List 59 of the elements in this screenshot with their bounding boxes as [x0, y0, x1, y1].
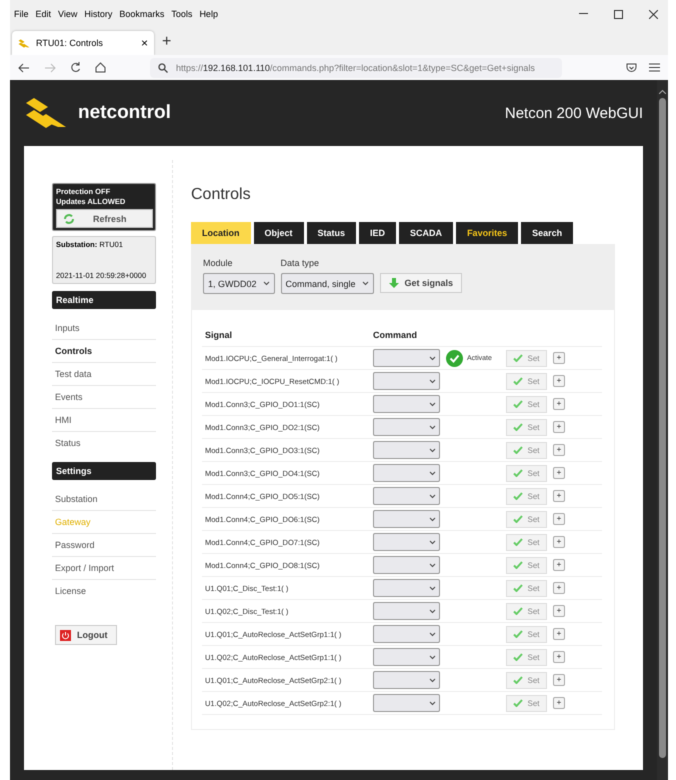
add-button[interactable]: +	[553, 697, 565, 709]
get-signals-button[interactable]: Get signals	[380, 273, 462, 293]
column-header: Command	[373, 330, 418, 340]
add-button[interactable]: +	[553, 467, 565, 479]
add-button[interactable]: +	[553, 674, 565, 686]
menu-item[interactable]: File	[14, 9, 29, 19]
sidebar-item[interactable]: Events	[52, 386, 156, 409]
sidebar-item[interactable]: Substation	[52, 488, 156, 511]
section-header: Realtime	[52, 291, 156, 309]
column-header: Signal	[205, 330, 234, 340]
menu-item[interactable]: Edit	[36, 9, 52, 19]
sidebar-item[interactable]: Status	[52, 432, 156, 455]
field-label: Data type	[280, 258, 320, 268]
tab[interactable]: Status	[306, 222, 356, 244]
brand-name: netcontrol	[78, 102, 171, 124]
data-type-select[interactable]: Command, single	[280, 273, 374, 294]
add-button[interactable]: +	[553, 651, 565, 663]
add-button[interactable]: +	[553, 444, 565, 456]
tab-close-button[interactable]: ×	[140, 36, 148, 50]
tab[interactable]: Search	[521, 222, 574, 244]
tab[interactable]: IED	[359, 222, 396, 244]
sidebar-item[interactable]: License	[52, 580, 156, 603]
tab[interactable]: Location	[191, 222, 250, 244]
menu-item[interactable]: Help	[199, 9, 218, 19]
sidebar-item[interactable]: HMI	[52, 409, 156, 432]
tab-title: RTU01: Controls	[36, 38, 103, 48]
sidebar-item[interactable]: Password	[52, 534, 156, 557]
tab[interactable]: Object	[254, 222, 304, 244]
add-button[interactable]: +	[553, 605, 565, 617]
tab[interactable]: Favorites	[456, 222, 518, 244]
add-button[interactable]: +	[553, 421, 565, 433]
menu-item[interactable]: Bookmarks	[119, 9, 164, 19]
add-button[interactable]: +	[553, 582, 565, 594]
sidebar-item[interactable]: Export / Import	[52, 557, 156, 580]
menu-item[interactable]: View	[58, 9, 78, 19]
menu-item[interactable]: Tools	[171, 9, 192, 19]
sidebar-item[interactable]: Controls	[52, 340, 156, 363]
add-button[interactable]: +	[553, 352, 565, 364]
module-select[interactable]: 1, GWDD02	[203, 273, 275, 294]
browser-tab[interactable]: RTU01: Controls ×	[12, 31, 154, 55]
sidebar-item[interactable]: Test data	[52, 363, 156, 386]
refresh-button[interactable]: Refresh	[56, 209, 153, 228]
add-button[interactable]: +	[553, 559, 565, 571]
page-title: Controls	[191, 186, 252, 204]
product-name: Netcon 200 WebGUI	[504, 104, 643, 122]
address-field[interactable]: https://192.168.101.110/commands.php?filter=location&slot=1&type=SC&get=Get+signals	[150, 58, 562, 78]
add-button[interactable]: +	[553, 398, 565, 410]
add-button[interactable]: +	[553, 536, 565, 548]
menu-item[interactable]: History	[84, 9, 112, 19]
add-button[interactable]: +	[553, 513, 565, 525]
section-header: Settings	[52, 462, 156, 480]
add-button[interactable]: +	[553, 490, 565, 502]
add-button[interactable]: +	[553, 628, 565, 640]
new-tab-button[interactable]: +	[162, 32, 172, 50]
tab[interactable]: SCADA	[399, 222, 454, 244]
logout-button[interactable]: Logout	[55, 625, 117, 645]
add-button[interactable]: +	[553, 375, 565, 387]
sidebar-item[interactable]: Inputs	[52, 317, 156, 340]
field-label: Module	[203, 258, 234, 268]
